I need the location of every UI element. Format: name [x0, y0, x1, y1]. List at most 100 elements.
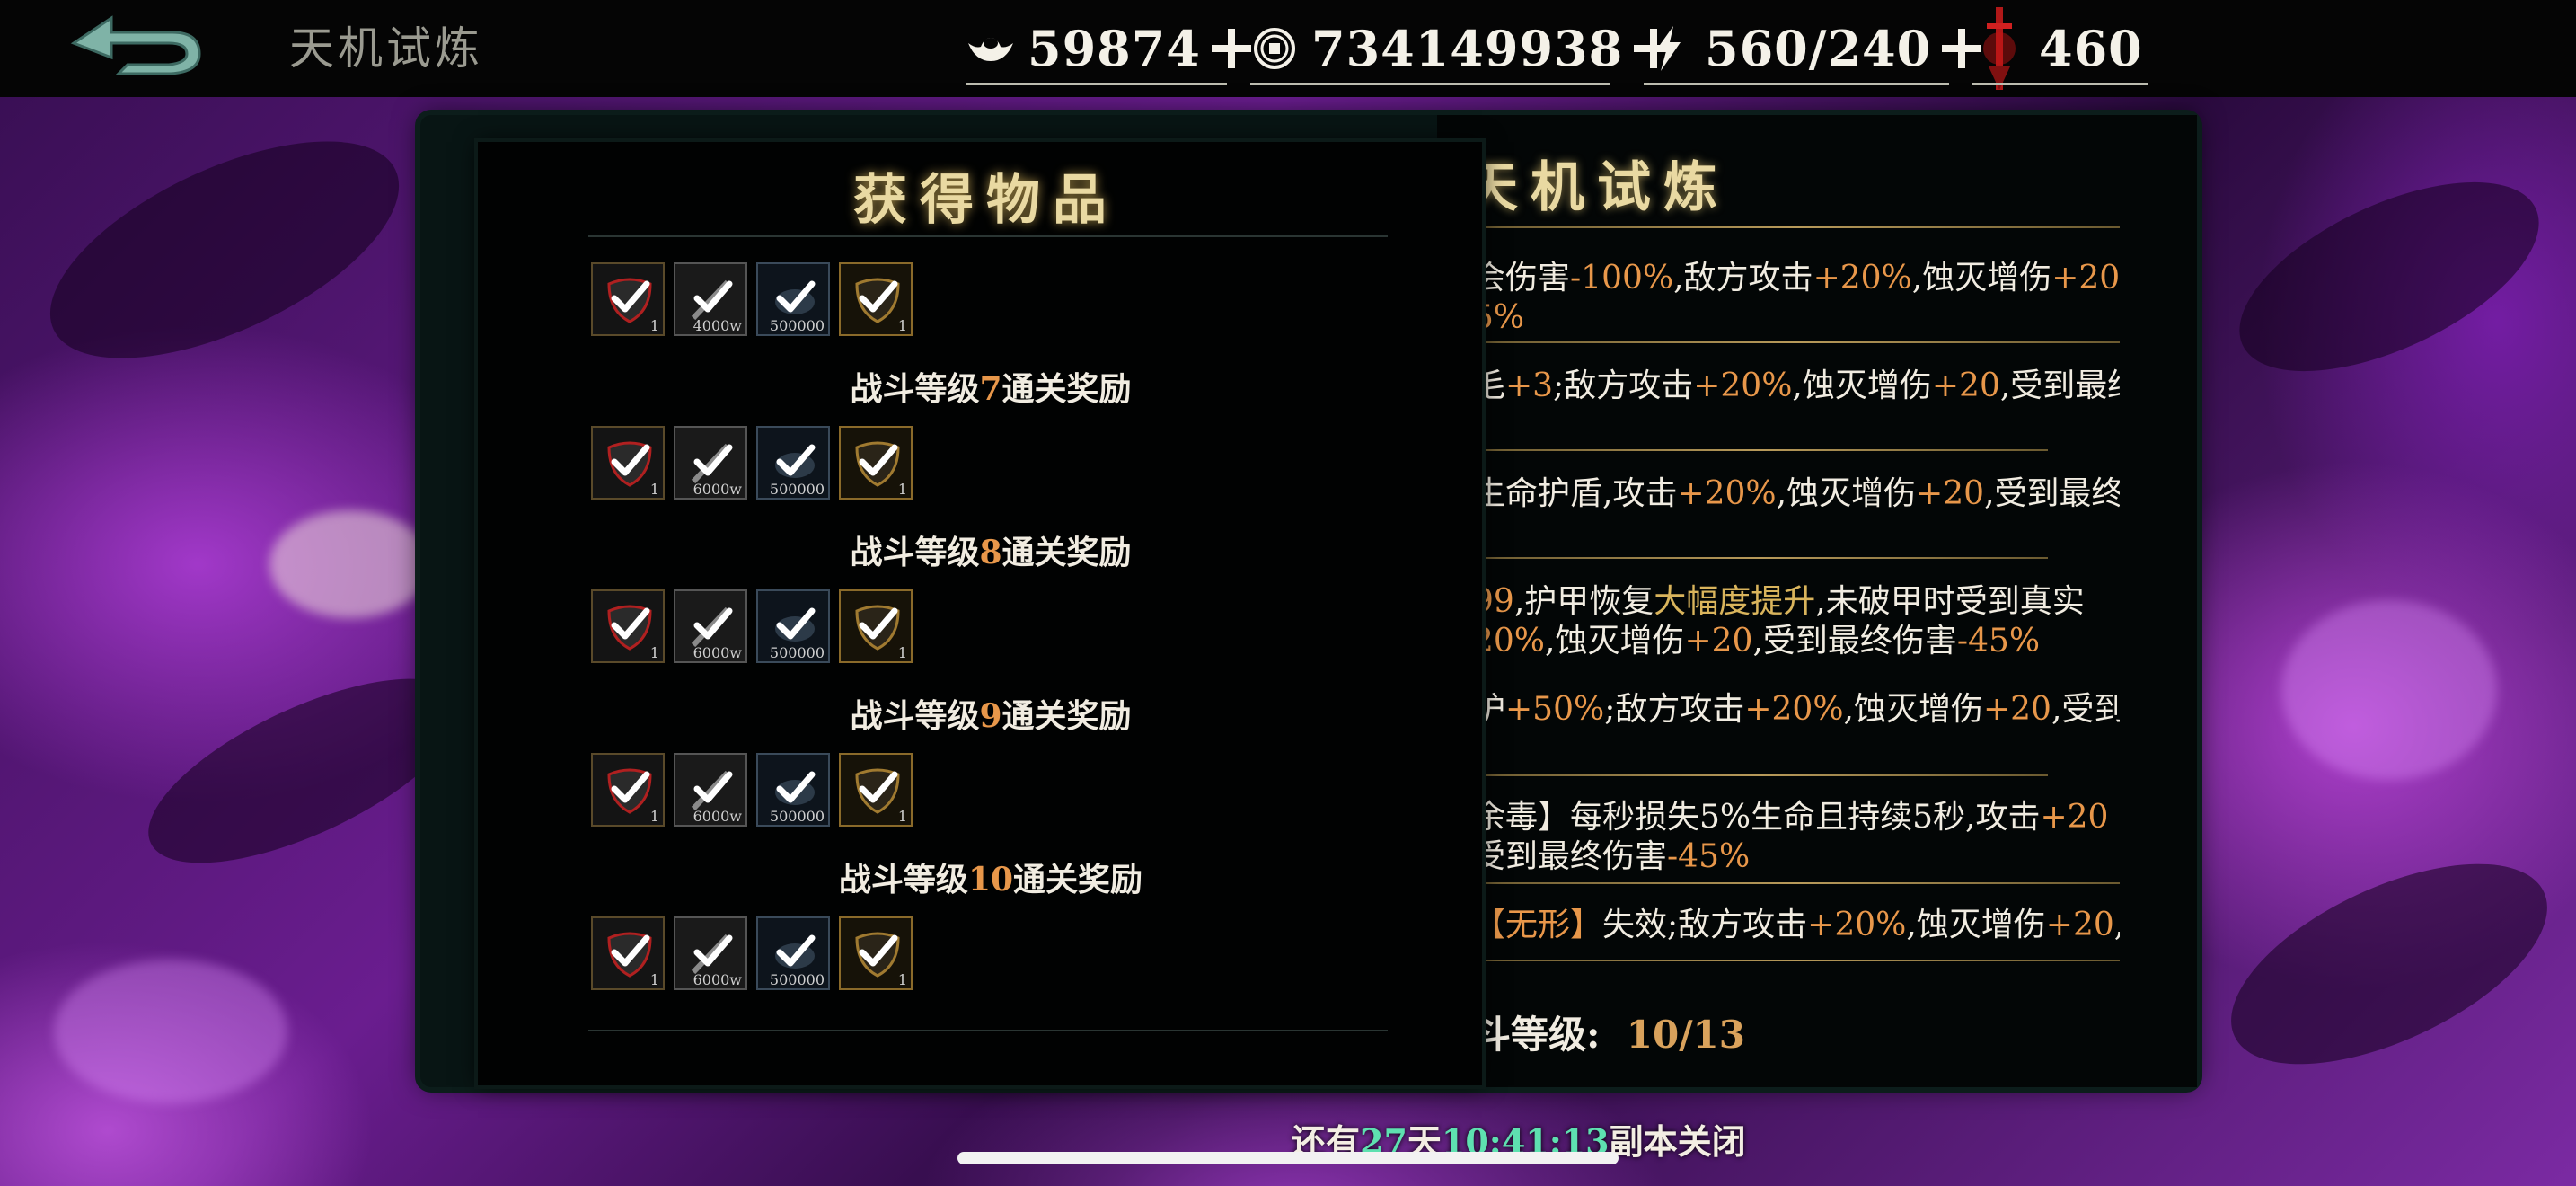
divider	[1473, 557, 2048, 559]
checkmark-icon	[607, 441, 652, 487]
item-quantity: 1	[649, 481, 659, 498]
item-quantity: 1	[897, 808, 907, 825]
rewards-title: 获得物品	[853, 169, 1119, 232]
add-ingot-button[interactable]	[1208, 25, 1255, 72]
item-quantity: 1	[897, 481, 907, 498]
divider	[1644, 83, 1949, 85]
item-quantity: 4000w	[693, 317, 742, 334]
battle-level: 斗等级: 10/13	[1473, 1013, 1745, 1057]
weapon-reward-item[interactable]: 6000w	[674, 916, 747, 990]
divider	[1473, 960, 2120, 961]
item-quantity: 6000w	[693, 808, 742, 825]
item-quantity: 6000w	[693, 971, 742, 988]
checkmark-icon	[855, 932, 900, 978]
reward-section-label: 战斗等级7通关奖励	[850, 370, 1132, 408]
rule-7: 【无形】失效;敌方攻击+20%,蚀灭增伤+20,	[1473, 907, 2120, 943]
fish-reward-item[interactable]: 500000	[756, 589, 830, 663]
page-title: 天机试炼	[289, 22, 483, 75]
reward-section-label: 战斗等级9通关奖励	[850, 697, 1132, 735]
checkmark-icon	[691, 279, 733, 321]
gold-mask-reward-item[interactable]: 1	[839, 262, 913, 336]
checkmark-icon	[607, 932, 652, 978]
coin-resource: 734149938	[1250, 16, 1677, 81]
back-button[interactable]	[65, 13, 208, 84]
ingot-icon	[966, 24, 1015, 73]
fish-reward-item[interactable]: 500000	[756, 916, 830, 990]
checkmark-icon	[775, 444, 816, 478]
reward-item-row: 1 6000w 500000 1	[591, 753, 913, 827]
item-quantity: 1	[649, 317, 659, 334]
fish-reward-item[interactable]: 500000	[756, 753, 830, 827]
weapon-reward-item[interactable]: 6000w	[674, 426, 747, 500]
item-quantity: 6000w	[693, 644, 742, 661]
lightning-icon	[1644, 24, 1692, 73]
energy-resource: 560/240	[1644, 16, 1985, 81]
divider	[1473, 882, 2120, 884]
trial-title: 天机试炼	[1464, 156, 1730, 219]
divider	[588, 1030, 1388, 1031]
item-quantity: 1	[897, 644, 907, 661]
ingot-resource: 59874	[966, 16, 1255, 81]
gold-mask-reward-item[interactable]: 1	[839, 753, 913, 827]
mask-reward-item[interactable]: 1	[591, 753, 665, 827]
home-indicator[interactable]	[957, 1152, 1619, 1164]
item-quantity: 500000	[769, 808, 825, 825]
reward-item-row: 1 6000w 500000 1	[591, 916, 913, 990]
coin-icon	[1250, 24, 1299, 73]
item-quantity: 1	[897, 317, 907, 334]
checkmark-icon	[607, 278, 652, 323]
checkmark-icon	[607, 605, 652, 651]
blood-sword-icon	[1972, 4, 2026, 93]
divider	[1473, 774, 2048, 776]
checkmark-icon	[855, 278, 900, 323]
coin-value: 734149938	[1311, 20, 1624, 77]
top-bar: 天机试炼 59874 734149938 560/240 460	[0, 0, 2576, 97]
mask-reward-item[interactable]: 1	[591, 426, 665, 500]
mask-reward-item[interactable]: 1	[591, 262, 665, 336]
weapon-reward-item[interactable]: 6000w	[674, 753, 747, 827]
divider	[1473, 226, 2120, 228]
blood-resource: 460	[1972, 7, 2143, 90]
checkmark-icon	[691, 606, 733, 648]
mask-reward-item[interactable]: 1	[591, 589, 665, 663]
rule-2: 毛+3;敌方攻击+20%,蚀灭增伤+20,受到最终	[1473, 367, 2120, 404]
divider	[1972, 83, 2148, 85]
item-quantity: 500000	[769, 971, 825, 988]
checkmark-icon	[855, 768, 900, 814]
divider	[966, 83, 1227, 85]
item-quantity: 500000	[769, 481, 825, 498]
divider	[1473, 341, 2120, 343]
item-quantity: 500000	[769, 317, 825, 334]
checkmark-icon	[691, 934, 733, 975]
reward-item-row: 1 4000w 500000 1	[591, 262, 913, 336]
fish-reward-item[interactable]: 500000	[756, 426, 830, 500]
checkmark-icon	[855, 441, 900, 487]
checkmark-icon	[775, 771, 816, 805]
divider	[1473, 449, 2048, 451]
rule-3: 生命护盾,攻击+20%,蚀灭增伤+20,受到最终	[1473, 475, 2120, 512]
item-quantity: 1	[649, 644, 659, 661]
checkmark-icon	[691, 770, 733, 811]
checkmark-icon	[855, 605, 900, 651]
back-arrow-icon	[70, 15, 201, 75]
fish-reward-item[interactable]: 500000	[756, 262, 830, 336]
checkmark-icon	[691, 443, 733, 484]
rule-6: 余毒】每秒损失5%生命且持续5秒,攻击+20 受到最终伤害-45%	[1473, 799, 2109, 875]
checkmark-icon	[775, 280, 816, 314]
reward-item-row: 1 6000w 500000 1	[591, 426, 913, 500]
reward-item-row: 1 6000w 500000 1	[591, 589, 913, 663]
ingot-value: 59874	[1028, 20, 1201, 77]
weapon-reward-item[interactable]: 6000w	[674, 589, 747, 663]
mask-reward-item[interactable]: 1	[591, 916, 665, 990]
weapon-reward-item[interactable]: 4000w	[674, 262, 747, 336]
gold-mask-reward-item[interactable]: 1	[839, 426, 913, 500]
divider	[588, 235, 1388, 237]
gold-mask-reward-item[interactable]: 1	[839, 916, 913, 990]
reward-section-label: 战斗等级8通关奖励	[850, 534, 1132, 571]
checkmark-icon	[775, 934, 816, 969]
gold-mask-reward-item[interactable]: 1	[839, 589, 913, 663]
item-quantity: 1	[649, 808, 659, 825]
item-quantity: 1	[897, 971, 907, 988]
item-quantity: 1	[649, 971, 659, 988]
rule-4: 99,护甲恢复大幅度提升,未破甲时受到真实 20%,蚀灭增伤+20,受到最终伤害…	[1473, 583, 2085, 659]
